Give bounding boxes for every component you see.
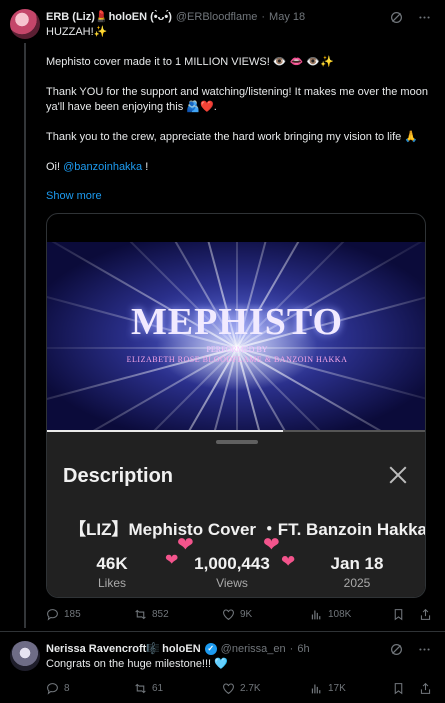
views-count: 108K xyxy=(328,609,352,620)
reply-icon xyxy=(47,609,58,621)
repost-icon xyxy=(135,609,146,620)
like-icon xyxy=(223,683,234,695)
verified-badge-icon: ✓ xyxy=(204,642,217,655)
tweet-line: HUZZAH!✨ xyxy=(46,26,108,38)
stat-likes: 46K Likes xyxy=(77,554,147,590)
tweet-line: Thank you to the crew, appreciate the ha… xyxy=(46,131,418,143)
grok-icon[interactable] xyxy=(389,642,403,656)
like-button[interactable]: 9K xyxy=(222,608,310,621)
description-header: Description xyxy=(63,465,174,487)
video-art-artists: ELIZABETH ROSE BLOODFLAME & BANZOIN HAKK… xyxy=(126,355,348,364)
views-icon xyxy=(311,684,321,694)
heart-sticker-icon: ❤ xyxy=(263,534,280,556)
reply-author-avatar[interactable] xyxy=(10,641,40,671)
show-more-link[interactable]: Show more xyxy=(46,190,102,202)
grok-icon[interactable] xyxy=(389,10,403,24)
tweet-divider xyxy=(0,631,445,632)
more-options-icon[interactable] xyxy=(417,642,431,656)
reply-secondary-actions xyxy=(392,682,432,695)
author-avatar[interactable] xyxy=(10,9,40,39)
tweet-header: ERB (Liz)💄holoEN (•̀ᴗ•́) @ERBloodflame ·… xyxy=(46,10,305,24)
mention-link[interactable]: @banzoinhakka xyxy=(63,161,142,173)
stat-label: 2025 xyxy=(343,576,371,590)
video-thumbnail[interactable]: MEPHISTO PERFORMED BY ELIZABETH ROSE BLO… xyxy=(47,242,425,432)
tweet-secondary-actions xyxy=(392,608,432,621)
reply-count: 185 xyxy=(64,609,81,620)
author-name[interactable]: ERB (Liz)💄holoEN (•̀ᴗ•́) xyxy=(46,10,172,23)
tweet-text: HUZZAH!✨ Mephisto cover made it to 1 MIL… xyxy=(46,25,431,175)
views-button[interactable]: 17K xyxy=(310,682,390,695)
share-icon[interactable] xyxy=(419,682,432,695)
tweet-time[interactable]: May 18 xyxy=(269,11,305,23)
reply-count: 8 xyxy=(64,683,70,694)
tweet-line: Mephisto cover made it to 1 MILLION VIEW… xyxy=(46,56,334,68)
reply-icon xyxy=(47,683,58,695)
repost-icon xyxy=(135,683,146,694)
heart-sticker-icon: ❤ xyxy=(177,534,194,556)
reply-author-handle[interactable]: @nerissa_en xyxy=(221,643,286,655)
tweet-action-bar: 185 852 9K 108K xyxy=(46,608,436,621)
repost-count: 61 xyxy=(152,683,164,694)
separator-dot: · xyxy=(261,10,266,23)
reply-author-name[interactable]: Nerissa Ravencroft🎼 holoEN xyxy=(46,642,201,655)
like-icon xyxy=(223,609,234,621)
stat-views: 1,000,443 Views xyxy=(177,554,287,590)
like-button[interactable]: 2.7K xyxy=(222,682,310,695)
stat-label: Likes xyxy=(97,576,126,590)
heart-sticker-icon: ❤ xyxy=(165,552,179,569)
share-icon[interactable] xyxy=(419,608,432,621)
heart-sticker-icon: ❤ xyxy=(281,552,296,571)
views-count: 17K xyxy=(328,683,346,694)
tweet-line: Oi! xyxy=(46,161,61,173)
repost-button[interactable]: 61 xyxy=(134,682,222,695)
close-icon[interactable] xyxy=(389,466,407,484)
video-title: 【LIZ】Mephisto Cover ・FT. Banzoin Hakka xyxy=(69,520,426,539)
tweet-line: Thank YOU for the support and watching/l… xyxy=(46,86,428,113)
tweet-top-actions xyxy=(389,10,431,24)
like-count: 9K xyxy=(240,609,253,620)
reply-header: Nerissa Ravencroft🎼 holoEN ✓ @nerissa_en… xyxy=(46,642,310,655)
views-button[interactable]: 108K xyxy=(310,608,390,621)
thread-line xyxy=(24,43,26,628)
description-sheet: Description 【LIZ】Mephisto Cover ・FT. Ban… xyxy=(47,432,426,597)
reply-text: Congrats on the huge milestone!!! 🩵 xyxy=(46,658,228,670)
tweet-line-mention: Oi! @banzoinhakka ! xyxy=(46,160,431,175)
reply-action-bar: 8 61 2.7K 17K xyxy=(46,682,436,695)
repost-button[interactable]: 852 xyxy=(134,608,222,621)
media-attachment[interactable]: MEPHISTO PERFORMED BY ELIZABETH ROSE BLO… xyxy=(46,213,426,598)
more-options-icon[interactable] xyxy=(417,10,431,24)
bookmark-icon[interactable] xyxy=(392,608,405,621)
stat-value: 1,000,443 xyxy=(194,554,270,573)
author-handle[interactable]: @ERBloodflame xyxy=(176,11,257,23)
reply-top-actions xyxy=(389,642,431,656)
video-art-performed-by: PERFORMED BY xyxy=(206,345,268,354)
stat-value: Jan 18 xyxy=(330,554,384,573)
separator-dot: · xyxy=(289,642,294,655)
repost-count: 852 xyxy=(152,609,169,620)
stat-date: Jan 18 2025 xyxy=(317,554,397,590)
reply-time[interactable]: 6h xyxy=(297,643,309,655)
reply-button[interactable]: 185 xyxy=(46,608,134,621)
mention-suffix: ! xyxy=(142,161,149,173)
bookmark-icon[interactable] xyxy=(392,682,405,695)
stat-value: 46K xyxy=(96,554,128,573)
views-icon xyxy=(311,610,321,620)
reply-button[interactable]: 8 xyxy=(46,682,134,695)
stat-label: Views xyxy=(216,576,248,590)
like-count: 2.7K xyxy=(240,683,261,694)
video-art-title: MEPHISTO xyxy=(130,301,344,343)
sheet-drag-handle[interactable] xyxy=(216,440,258,444)
